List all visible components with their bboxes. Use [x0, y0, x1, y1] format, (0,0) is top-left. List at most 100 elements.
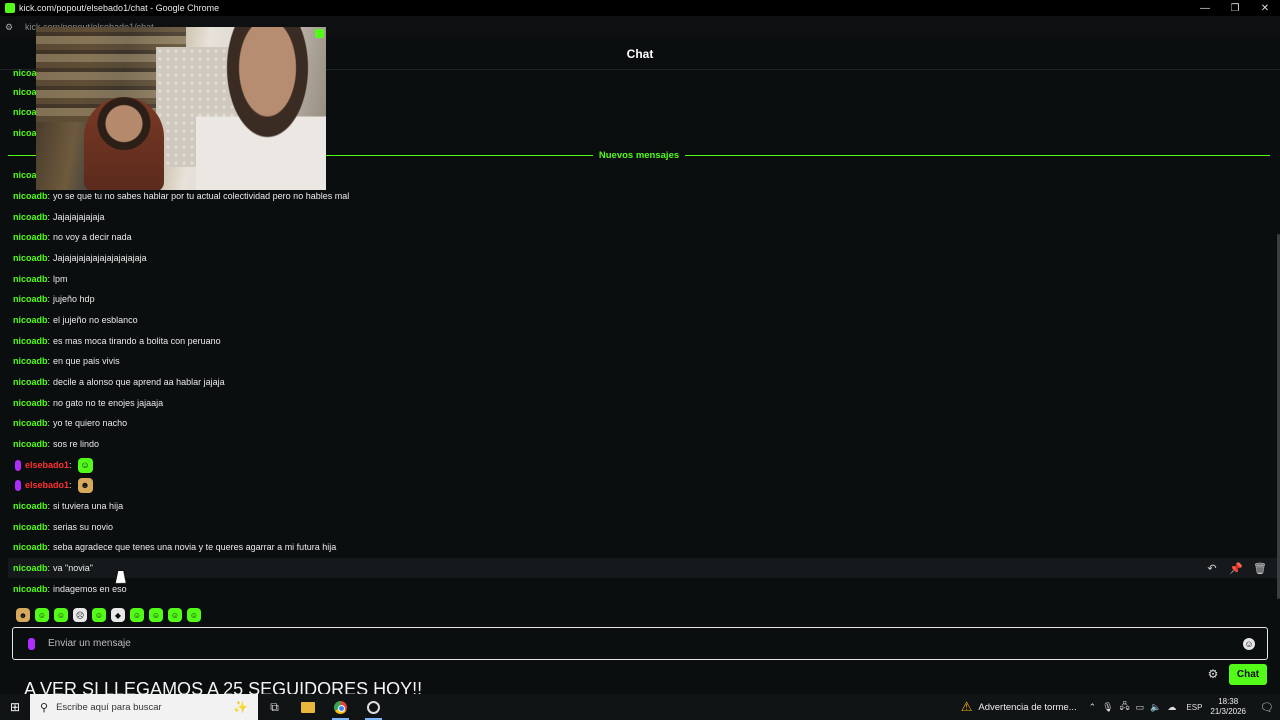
warning-icon: ⚠ [960, 699, 973, 714]
colon: : [47, 418, 51, 428]
emote-icon[interactable]: ☺ [35, 608, 49, 622]
chat-username[interactable]: nicoa [13, 87, 37, 97]
pin-icon[interactable]: 📌 [1228, 560, 1244, 576]
chat-username[interactable]: nicoadb [13, 356, 48, 366]
task-view-icon[interactable]: ⧉ [258, 694, 291, 720]
emote-icon[interactable]: ◆ [111, 608, 125, 622]
message-actions: ↶ 📌 🗑 [1204, 560, 1268, 576]
minimize-button[interactable]: — [1190, 0, 1220, 16]
file-explorer-icon[interactable] [291, 694, 324, 720]
chat-message-text: si tuviera una hija [53, 501, 124, 511]
send-chat-button[interactable]: Chat [1229, 664, 1267, 685]
chat-message-text: el jujeño no esblanco [53, 315, 138, 325]
chevron-up-icon[interactable]: ⌃ [1089, 702, 1097, 713]
chat-username[interactable]: nicoadb [13, 584, 48, 594]
chat-message-text: no gato no te enojes jajaaja [53, 398, 164, 408]
emote-icon[interactable]: ☺ [54, 608, 68, 622]
notification-icon[interactable]: 🗨 [1256, 701, 1278, 714]
chat-username[interactable]: nicoadb [13, 336, 48, 346]
window-titlebar: kick.com/popout/elsebado1/chat - Google … [0, 0, 1280, 16]
reply-icon[interactable]: ↶ [1204, 560, 1220, 576]
chat-username[interactable]: nicoadb [13, 274, 48, 284]
chat-username[interactable]: nicoa [13, 170, 37, 180]
chat-message: nicoadb: jujeño hdp [13, 290, 95, 308]
chat-username[interactable]: nicoadb [13, 315, 48, 325]
restore-button[interactable]: ❐ [1220, 0, 1250, 16]
chat-username[interactable]: nicoa [13, 128, 37, 138]
chat-username[interactable]: nicoadb [13, 439, 48, 449]
chat-username[interactable]: nicoadb [13, 501, 48, 511]
chat-username[interactable]: nicoa [13, 68, 37, 78]
site-settings-icon[interactable]: ⚙ [5, 22, 21, 33]
emoji-picker-icon[interactable]: ☺ [1243, 637, 1255, 650]
delete-icon[interactable]: 🗑 [1252, 560, 1268, 576]
folder-icon [300, 701, 315, 713]
microphone-badge-icon [15, 459, 21, 471]
chat-username[interactable]: nicoadb [13, 191, 48, 201]
chat-username[interactable]: nicoadb [13, 212, 48, 222]
network-icon[interactable]: 🖧 [1120, 699, 1130, 715]
system-tray: ⚠ Advertencia de torme... ⌃ 🎙 🖧 ▭ 🔈 ☁ ES… [961, 694, 1280, 720]
emote-icon[interactable]: ☺ [130, 608, 144, 622]
colon: : [47, 212, 51, 222]
webcam-person-left [84, 97, 164, 190]
chat-username[interactable]: nicoadb [13, 563, 48, 573]
emote-icon[interactable]: ☺ [149, 608, 163, 622]
chat-username[interactable]: nicoadb [13, 253, 48, 263]
chat-username[interactable]: nicoa [13, 107, 37, 117]
new-messages-label: Nuevos mensajes [598, 149, 680, 161]
weather-widget[interactable]: ⚠ Advertencia de torme... [961, 699, 1077, 715]
chrome-taskbar-icon[interactable] [324, 694, 357, 720]
message-input[interactable] [48, 638, 1243, 649]
chat-message-text: Jajajajajajaja [53, 212, 105, 222]
display-icon[interactable]: ▭ [1136, 702, 1145, 713]
chat-message-text: decile a alonso que aprend aa hablar jaj… [53, 377, 225, 387]
clock[interactable]: 18:38 21/3/2026 [1210, 697, 1246, 717]
chat-message: nicoadb: Jajajajajajajajajajajajaja [13, 249, 147, 267]
obs-icon [367, 700, 380, 714]
chat-message: nicoadb: el jujeño no esblanco [13, 311, 138, 329]
colon: : [47, 336, 51, 346]
emote-icon[interactable]: ☺ [187, 608, 201, 622]
chat-message: nicoadb: lpm [13, 270, 68, 288]
clock-date: 21/3/2026 [1210, 707, 1246, 716]
chat-username[interactable]: nicoadb [13, 398, 48, 408]
emote-icon[interactable]: ☺ [168, 608, 182, 622]
colon: : [47, 315, 51, 325]
gear-icon[interactable]: ⚙ [1206, 667, 1220, 681]
chat-message: nicoadb: indagemos en eso [13, 580, 127, 598]
chat-username[interactable]: nicoadb [13, 232, 48, 242]
chat-username[interactable]: nicoadb [13, 294, 48, 304]
language-indicator[interactable]: ESP [1186, 703, 1202, 712]
chat-message-text: no voy a decir nada [53, 232, 132, 242]
chat-username[interactable]: nicoadb [13, 377, 48, 387]
emote-icon[interactable]: ☹ [73, 608, 87, 622]
chat-username[interactable]: nicoadb [13, 542, 48, 552]
banner-text: A VER SI LLEGAMOS A 25 SEGUIDORES HOY!! [24, 679, 423, 694]
microphone-icon [28, 637, 35, 650]
chat-username[interactable]: nicoadb [13, 522, 48, 532]
chat-username[interactable]: elsebado1 [25, 460, 69, 470]
chat-username[interactable]: nicoadb [13, 418, 48, 428]
emote-icon[interactable]: ☺ [92, 608, 106, 622]
chat-username[interactable]: elsebado1 [25, 480, 69, 490]
colon: : [47, 501, 51, 511]
chat-message: nicoadb: yo te quiero nacho [13, 414, 127, 432]
colon: : [69, 460, 72, 470]
taskbar-search[interactable]: ⚲ Escribe aquí para buscar ✨ [30, 694, 258, 720]
start-button[interactable]: ⊞ [0, 694, 30, 720]
colon: : [47, 377, 51, 387]
emote-icon[interactable]: ☻ [16, 608, 30, 622]
microphone-tray-icon[interactable]: 🎙 [1102, 702, 1113, 713]
chat-message-text: jujeño hdp [53, 294, 95, 304]
window-title: kick.com/popout/elsebado1/chat - Google … [19, 3, 220, 13]
onedrive-icon[interactable]: ☁ [1167, 702, 1176, 713]
obs-taskbar-icon[interactable] [357, 694, 390, 720]
chat-message: nicoadb: decile a alonso que aprend aa ha… [13, 373, 225, 391]
colon: : [47, 398, 51, 408]
close-window-button[interactable]: ✕ [1250, 0, 1280, 16]
hovered-message-highlight [8, 558, 1278, 578]
kick-favicon-icon [5, 3, 15, 13]
volume-icon[interactable]: 🔈 [1150, 702, 1161, 713]
chat-message-text: es mas moca tirando a bolita con peruano [53, 336, 221, 346]
